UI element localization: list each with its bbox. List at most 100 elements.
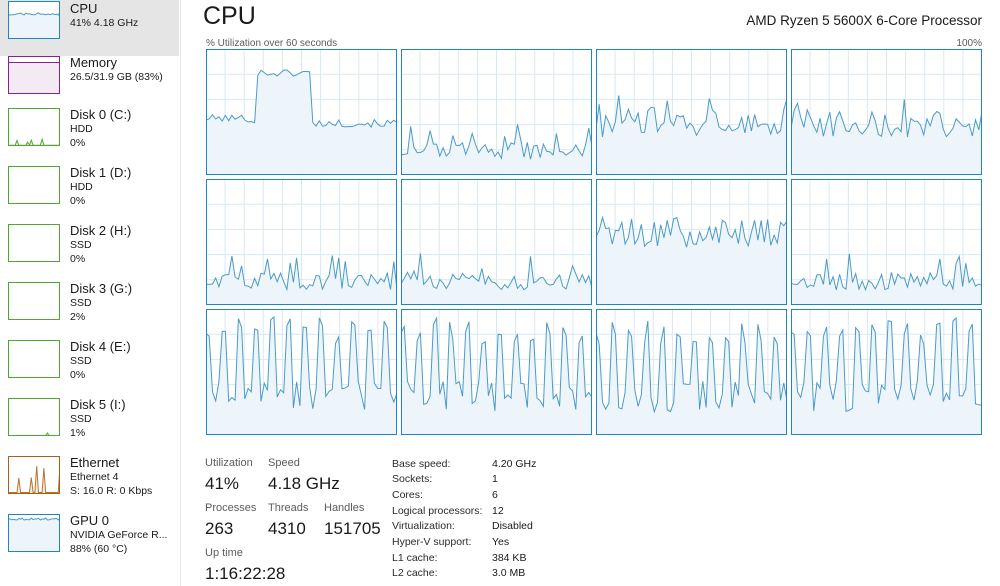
spec-key: Hyper-V support: <box>392 536 472 548</box>
spec-value: 3.0 MB <box>492 567 526 579</box>
spec-key: Base speed: <box>392 458 451 470</box>
disk-mini-graph-icon <box>8 340 60 378</box>
sidebar-item-usage: 0% <box>70 253 86 265</box>
utilization-graph <box>206 49 397 175</box>
sidebar-item-adapter: Ethernet 4 <box>70 471 119 483</box>
sidebar-item-type: SSD <box>70 297 92 309</box>
sidebar-item-model: NVIDIA GeForce R... <box>70 529 168 541</box>
utilization-graph <box>8 282 60 320</box>
spec-value: Yes <box>492 536 510 548</box>
logical-processor-graph <box>206 49 397 175</box>
sidebar-item-ethernet[interactable]: Ethernet Ethernet 4 S: 16.0 R: 0 Kbps <box>0 454 179 510</box>
sidebar-item-type: SSD <box>70 239 92 251</box>
sidebar-item-usage: 2% <box>70 311 86 323</box>
ethernet-mini-graph-icon <box>8 456 60 494</box>
sidebar-item-disk-2[interactable]: Disk 2 (H:) SSD 0% <box>0 222 179 278</box>
logical-processor-graph <box>791 309 982 435</box>
spec-value: 12 <box>492 505 504 517</box>
logical-processor-graph <box>596 49 787 175</box>
utilization-graph <box>401 309 592 435</box>
spec-value: 6 <box>492 489 498 501</box>
utilization-graph <box>8 1 60 39</box>
sidebar-item-usage: 0% <box>70 137 86 149</box>
sidebar-item-disk-0[interactable]: Disk 0 (C:) HDD 0% <box>0 106 179 162</box>
sidebar-item-gpu-0[interactable]: GPU 0 NVIDIA GeForce R... 88% (60 °C) <box>0 512 179 568</box>
spec-key: Cores: <box>392 489 423 501</box>
disk-mini-graph-icon <box>8 108 60 146</box>
memory-mini-graph-icon <box>8 56 60 94</box>
disk-mini-graph-icon <box>8 398 60 436</box>
spec-value: 1 <box>492 473 498 485</box>
sidebar-item-label: Disk 1 (D:) <box>70 165 132 180</box>
disk-mini-graph-icon <box>8 166 60 204</box>
cpu-model-name: AMD Ryzen 5 5600X 6-Core Processor <box>746 13 982 28</box>
sidebar-item-label: GPU 0 <box>70 513 110 528</box>
threads-value: 4310 <box>268 519 306 538</box>
sidebar-item-memory[interactable]: Memory 26.5/31.9 GB (83%) <box>0 54 179 110</box>
utilization-graph <box>596 179 787 305</box>
utilization-graph <box>8 56 60 94</box>
sidebar-item-disk-4[interactable]: Disk 4 (E:) SSD 0% <box>0 338 179 394</box>
utilization-graph <box>206 309 397 435</box>
sidebar-item-disk-1[interactable]: Disk 1 (D:) HDD 0% <box>0 164 179 220</box>
sidebar-item-usage: 1% <box>70 427 86 439</box>
utilization-graph <box>791 49 982 175</box>
processes-label: Processes <box>205 502 257 514</box>
utilization-value: 41% <box>205 474 240 493</box>
spec-key: Sockets: <box>392 473 433 485</box>
sidebar-item-throughput: S: 16.0 R: 0 Kbps <box>70 485 153 497</box>
handles-label: Handles <box>324 502 365 514</box>
spec-key: Virtualization: <box>392 520 455 532</box>
utilization-graph <box>401 49 592 175</box>
logical-processor-graph <box>206 179 397 305</box>
sidebar-item-disk-3[interactable]: Disk 3 (G:) SSD 2% <box>0 280 179 336</box>
disk-mini-graph-icon <box>8 282 60 320</box>
processes-value: 263 <box>205 519 234 538</box>
spec-value: Disabled <box>492 520 533 532</box>
sidebar-item-type: SSD <box>70 355 92 367</box>
logical-processor-graph <box>596 179 787 305</box>
logical-processor-graph <box>401 309 592 435</box>
logical-processor-graphs[interactable] <box>206 49 983 435</box>
spec-key: L2 cache: <box>392 567 438 579</box>
utilization-label: Utilization <box>205 457 253 469</box>
sidebar-item-usage: 88% (60 °C) <box>70 543 128 555</box>
sidebar-item-cpu[interactable]: CPU 41% 4.18 GHz <box>0 0 179 56</box>
sidebar-item-type: HDD <box>70 123 93 135</box>
utilization-graph <box>791 179 982 305</box>
graph-max-label: 100% <box>956 38 982 49</box>
utilization-graph <box>8 514 60 552</box>
utilization-graph <box>8 340 60 378</box>
sidebar-item-label: Disk 0 (C:) <box>70 107 132 122</box>
utilization-graph <box>8 166 60 204</box>
graph-caption: % Utilization over 60 seconds <box>206 38 338 49</box>
sidebar-item-usage: 0% <box>70 369 86 381</box>
sidebar-item-label: Memory <box>70 55 117 70</box>
utilization-graph <box>596 309 787 435</box>
utilization-graph <box>791 309 982 435</box>
sidebar-item-label: Disk 2 (H:) <box>70 223 132 238</box>
utilization-graph <box>206 179 397 305</box>
sidebar-item-type: SSD <box>70 413 92 425</box>
uptime-value: 1:16:22:28 <box>205 564 286 583</box>
uptime-label: Up time <box>205 547 243 559</box>
logical-processor-graph <box>791 179 982 305</box>
sidebar-item-detail: 26.5/31.9 GB (83%) <box>70 71 163 83</box>
sidebar-item-disk-5[interactable]: Disk 5 (I:) SSD 1% <box>0 396 179 452</box>
speed-value: 4.18 GHz <box>268 474 340 493</box>
sidebar-item-detail: 41% 4.18 GHz <box>70 17 139 29</box>
handles-value: 151705 <box>324 519 381 538</box>
page-title: CPU <box>203 2 256 30</box>
cpu-mini-graph-icon <box>8 1 60 39</box>
logical-processor-graph <box>596 309 787 435</box>
sidebar-item-label: Disk 4 (E:) <box>70 339 131 354</box>
sidebar-item-usage: 0% <box>70 195 86 207</box>
sidebar-item-label: CPU <box>70 1 98 16</box>
utilization-graph <box>8 456 60 494</box>
logical-processor-graph <box>401 179 592 305</box>
logical-processor-graph <box>206 309 397 435</box>
threads-label: Threads <box>268 502 309 514</box>
sidebar-item-label: Disk 3 (G:) <box>70 281 133 296</box>
sidebar-item-type: HDD <box>70 181 93 193</box>
utilization-graph <box>8 398 60 436</box>
